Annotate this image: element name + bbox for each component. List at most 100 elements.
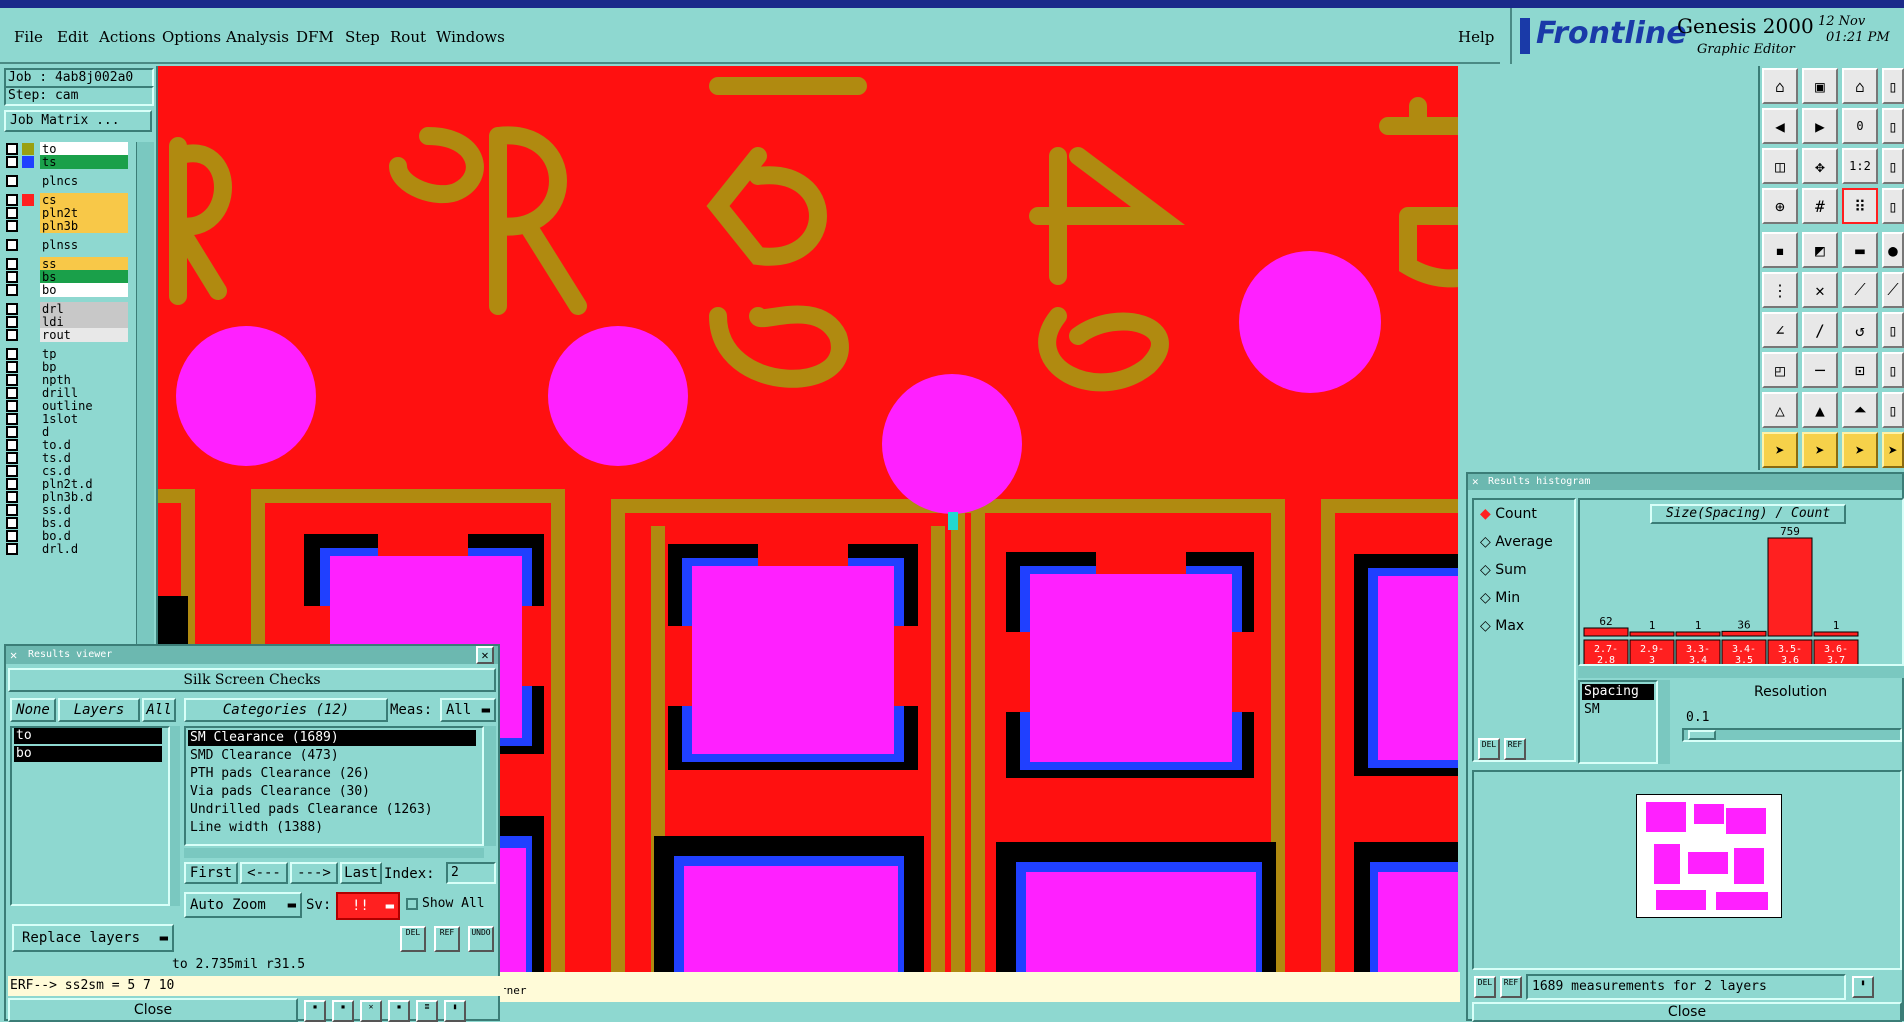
tool-node-icon[interactable]: ◰: [1762, 352, 1798, 388]
tool-extra8-icon[interactable]: ▯: [1882, 392, 1904, 428]
tool-angle-icon[interactable]: ∠: [1762, 312, 1798, 348]
layer-checkbox[interactable]: [6, 543, 18, 555]
mode-max[interactable]: ◇ Max: [1480, 618, 1524, 634]
categories-hscrollbar[interactable]: [184, 848, 484, 858]
resolution-slider-thumb[interactable]: [1688, 730, 1716, 740]
chart-tool-icon[interactable]: ▮: [444, 1000, 466, 1022]
layer-checkbox[interactable]: [6, 530, 18, 542]
histogram-bar[interactable]: [1675, 631, 1721, 637]
histogram-chart[interactable]: Size(Spacing) / Count 62 2.7- 2.8 1 2.9- 3 1 3.…: [1578, 498, 1904, 666]
layer-checkbox[interactable]: [6, 175, 18, 187]
close-button[interactable]: Close: [8, 998, 298, 1022]
undo-button[interactable]: UNDO: [468, 926, 494, 952]
layer-checkbox[interactable]: [6, 504, 18, 516]
tool-pan-icon[interactable]: ▣: [1802, 68, 1838, 104]
tool-box-icon[interactable]: ⊡: [1842, 352, 1878, 388]
layer-checkbox[interactable]: [6, 316, 18, 328]
severity-dropdown[interactable]: !! ▬: [336, 892, 400, 920]
job-matrix-button[interactable]: Job Matrix ...: [4, 110, 152, 132]
layer-checkbox[interactable]: [6, 194, 18, 206]
tool-extra5-icon[interactable]: ⟋: [1882, 272, 1904, 308]
layer-checkbox[interactable]: [6, 374, 18, 386]
window-menu-icon[interactable]: ✕: [1472, 475, 1479, 488]
tool-ruler-icon[interactable]: ▬: [1842, 232, 1878, 268]
layer-checkbox[interactable]: [6, 439, 18, 451]
mode-sum[interactable]: ◇ Sum: [1480, 562, 1527, 578]
layer-checkbox[interactable]: [6, 303, 18, 315]
histogram-del-button[interactable]: DEL: [1478, 738, 1500, 760]
tool-tri2-icon[interactable]: ▲: [1802, 392, 1838, 428]
tool-triangle-icon[interactable]: △: [1762, 392, 1798, 428]
category-item[interactable]: Via pads Clearance (30): [188, 784, 370, 800]
tool-zoom-home-icon[interactable]: ⌂: [1762, 68, 1798, 104]
tool-connect-icon[interactable]: ⋮: [1762, 272, 1798, 308]
layer-checkbox[interactable]: [6, 387, 18, 399]
menu-dfm[interactable]: DFM: [296, 28, 334, 46]
tool-grid-icon[interactable]: #: [1802, 188, 1838, 224]
tool-pointer4-icon[interactable]: ➤: [1882, 432, 1904, 468]
tool-home-icon[interactable]: ⌂: [1842, 68, 1878, 104]
auto-zoom-dropdown[interactable]: Auto Zoom ▬: [184, 892, 302, 918]
menu-actions[interactable]: Actions: [99, 28, 155, 46]
layer-tool-icon[interactable]: ▪: [304, 1000, 326, 1022]
layer-checkbox[interactable]: [6, 258, 18, 270]
layer-checkbox[interactable]: [6, 329, 18, 341]
histogram-bar[interactable]: [1813, 631, 1859, 637]
layer-checkbox[interactable]: [6, 239, 18, 251]
tool-circle-icon[interactable]: ●: [1882, 232, 1904, 268]
tool-extra7-icon[interactable]: ▯: [1882, 352, 1904, 388]
menu-analysis[interactable]: Analysis: [226, 28, 289, 46]
first-button[interactable]: First: [184, 862, 238, 884]
step-tool-icon[interactable]: ▪: [388, 1000, 410, 1022]
menu-file[interactable]: File: [14, 28, 43, 46]
results-layer-item[interactable]: to: [14, 728, 162, 744]
tool-pointer2-icon[interactable]: ➤: [1802, 432, 1838, 468]
tool-tri3-icon[interactable]: ⏶: [1842, 392, 1878, 428]
last-button[interactable]: Last: [340, 862, 382, 884]
layers-button[interactable]: Layers: [58, 698, 140, 722]
category-item[interactable]: Line width (1388): [188, 820, 323, 836]
menu-help[interactable]: Help: [1458, 28, 1494, 46]
report-tool-icon[interactable]: ≣: [416, 1000, 438, 1022]
histogram-chart-icon[interactable]: ▮: [1852, 976, 1874, 998]
tool-extra6-icon[interactable]: ▯: [1882, 312, 1904, 348]
layer-checkbox[interactable]: [6, 400, 18, 412]
histogram-ref-button[interactable]: REF: [1504, 738, 1526, 760]
spacing-item[interactable]: Spacing: [1582, 684, 1654, 700]
layer-list-scrollbar[interactable]: [170, 726, 180, 906]
tool-extra2-icon[interactable]: ▯: [1882, 108, 1904, 144]
highlight-tool-icon[interactable]: ▪: [332, 1000, 354, 1022]
layer-list-scrollbar[interactable]: [136, 142, 154, 702]
category-item[interactable]: Undrilled pads Clearance (1263): [188, 802, 433, 818]
tool-pad-icon[interactable]: ▪: [1762, 232, 1798, 268]
histogram-bar[interactable]: [1583, 627, 1629, 637]
index-input[interactable]: 2: [446, 862, 496, 884]
next-button[interactable]: --->: [290, 862, 338, 884]
layer-checkbox[interactable]: [6, 220, 18, 232]
overview-map[interactable]: [1472, 770, 1902, 970]
results-layer-item[interactable]: bo: [14, 746, 162, 762]
menu-step[interactable]: Step: [345, 28, 380, 46]
close-icon[interactable]: ✕: [476, 646, 494, 664]
layer-checkbox[interactable]: [6, 413, 18, 425]
meas-dropdown[interactable]: All ▬: [440, 698, 496, 722]
menu-edit[interactable]: Edit: [57, 28, 88, 46]
del-button[interactable]: DEL: [400, 926, 426, 952]
spacing-item[interactable]: SM: [1582, 702, 1600, 718]
categories-button[interactable]: Categories (12): [184, 698, 388, 722]
histogram-hscrollbar[interactable]: [1578, 666, 1904, 678]
clear-tool-icon[interactable]: ✕: [360, 1000, 382, 1022]
layer-checkbox[interactable]: [6, 143, 18, 155]
tool-zoom-icon[interactable]: 0: [1842, 108, 1878, 144]
spacing-scrollbar[interactable]: [1658, 680, 1670, 764]
layer-checkbox[interactable]: [6, 465, 18, 477]
layer-checkbox[interactable]: [6, 207, 18, 219]
histogram-bar[interactable]: [1629, 631, 1675, 637]
tool-snap-icon[interactable]: ⊕: [1762, 188, 1798, 224]
category-item[interactable]: PTH pads Clearance (26): [188, 766, 370, 782]
histogram-close-button[interactable]: Close: [1472, 1002, 1902, 1022]
layer-checkbox[interactable]: [6, 478, 18, 490]
menu-windows[interactable]: Windows: [436, 28, 505, 46]
tool-pointer-icon[interactable]: ➤: [1762, 432, 1798, 468]
tool-hline-icon[interactable]: ─: [1802, 352, 1838, 388]
